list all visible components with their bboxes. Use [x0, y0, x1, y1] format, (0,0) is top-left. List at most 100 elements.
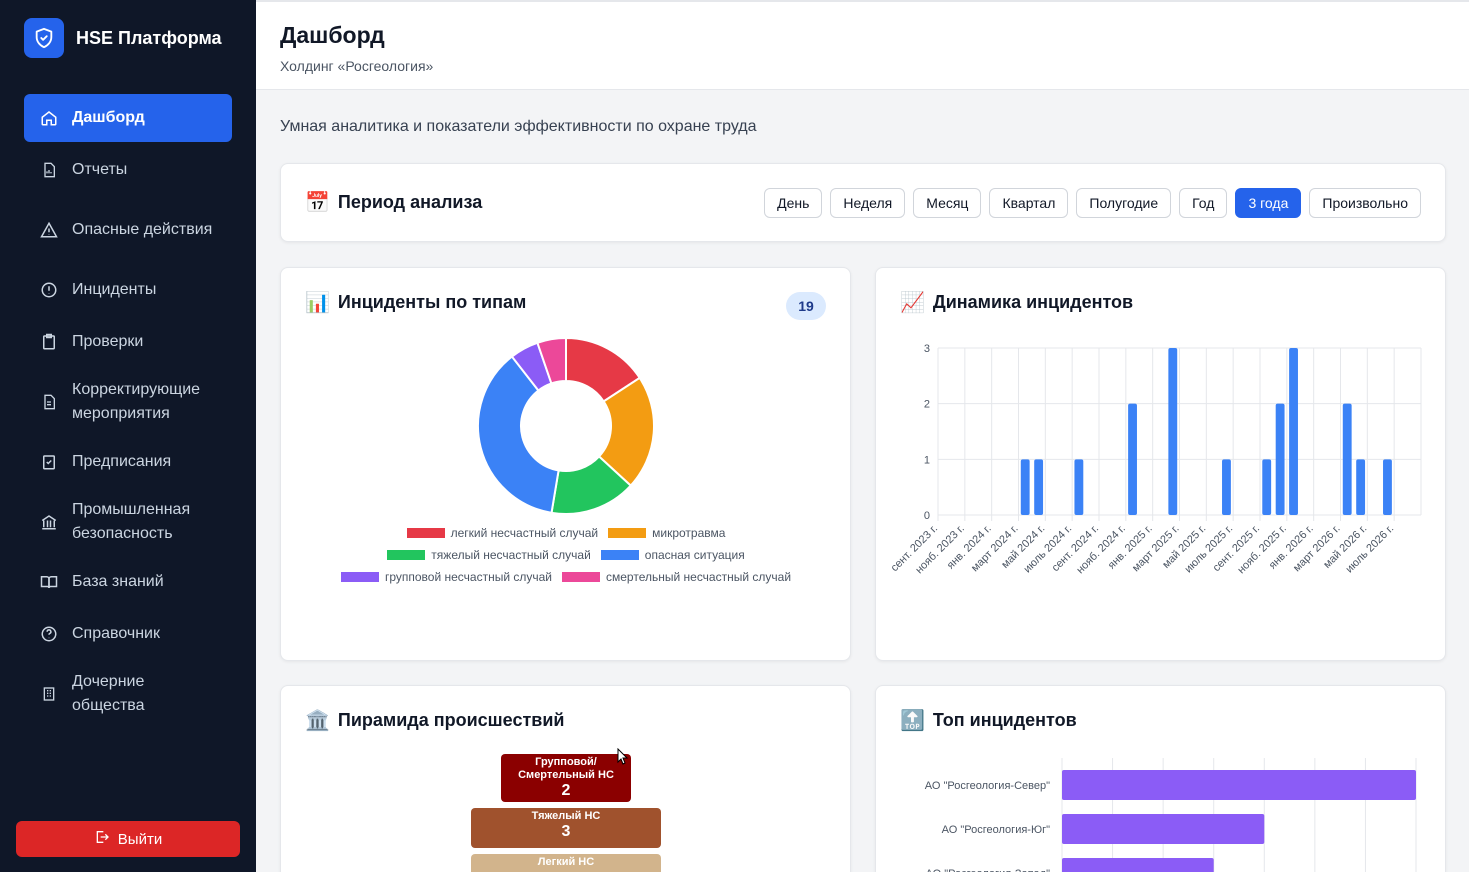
incidents-by-type-card: 📊 Инциденты по типам 19 легкий несчастны… — [280, 267, 851, 661]
dynamics-title-text: Динамика инцидентов — [932, 292, 1134, 312]
legend-swatch — [406, 528, 445, 538]
legend-label: тяжелый несчастный случай — [431, 548, 591, 562]
y-tick-label: 1 — [924, 454, 930, 466]
top-incidents-title: 🔝 Топ инцидентов — [900, 710, 1077, 731]
hbar[interactable] — [1062, 858, 1214, 872]
sidebar-item-dashboard[interactable]: Дашборд — [24, 94, 232, 142]
pyramid-level-label: Легкий НС — [537, 856, 595, 868]
sidebar-item-corrective-actions[interactable]: Корректирующие мероприятия — [24, 370, 232, 434]
sidebar-item-label: Инциденты — [72, 281, 157, 298]
category-label: АО "Росгеология-Север" — [925, 780, 1050, 792]
donut-legend-row-2: тяжелый несчастный случай опасная ситуац… — [281, 548, 850, 562]
period-title: 📅 Период анализа — [305, 192, 482, 213]
sidebar-item-label: Корректирующие мероприятия — [72, 381, 201, 422]
legend-item[interactable]: опасная ситуация — [600, 548, 745, 562]
legend-label: групповой несчастный случай — [384, 570, 552, 584]
bar[interactable] — [1383, 459, 1392, 515]
top-incidents-bar-chart: АО "Росгеология-Север" АО "Росгеология-Юг… — [925, 758, 1417, 872]
dynamics-title: 📈 Динамика инцидентов — [900, 292, 1133, 313]
bar[interactable] — [1275, 403, 1285, 515]
sidebar-item-label: База знаний — [72, 573, 164, 590]
sidebar-item-subsidiaries[interactable]: Дочерние общества — [24, 662, 232, 726]
hbar[interactable] — [1062, 814, 1265, 844]
sidebar-item-label: Промышленная безопасность — [72, 501, 191, 542]
period-day-button[interactable]: День — [764, 188, 823, 218]
warning-icon — [40, 221, 58, 239]
trend-chart-icon: 📈 — [900, 291, 925, 314]
sidebar-item-inspections[interactable]: Проверки — [24, 318, 232, 366]
period-halfyear-button[interactable]: Полугодие — [1076, 188, 1172, 218]
legend-label: опасная ситуация — [644, 548, 745, 562]
dynamics-bar-chart: 0123сент. 2023 г.нояб. 2023 г.янв. 2024 … — [889, 343, 1422, 576]
sidebar-item-knowledge-base[interactable]: База знаний — [24, 558, 232, 606]
bar[interactable] — [1222, 459, 1231, 515]
pyramid-level-severe[interactable]: Тяжелый НС 3 — [471, 808, 661, 848]
period-week-button[interactable]: Неделя — [830, 188, 906, 218]
sidebar-item-prescriptions[interactable]: Предписания — [24, 438, 232, 486]
period-title-text: Период анализа — [337, 192, 483, 212]
brand-name: HSE Платформа — [76, 27, 222, 48]
period-year-button[interactable]: Год — [1179, 188, 1228, 218]
category-label: АО "Росгеология-Юг" — [942, 824, 1050, 836]
bar[interactable] — [1020, 459, 1030, 515]
legend-swatch — [387, 550, 426, 560]
incidents-total-badge: 19 — [786, 292, 826, 320]
pyramid-level-value: 2 — [561, 782, 571, 799]
bar[interactable] — [1262, 459, 1272, 515]
logout-icon — [94, 829, 110, 849]
bar[interactable] — [1168, 348, 1178, 515]
legend-label: легкий несчастный случай — [450, 526, 599, 540]
legend-item[interactable]: микротравма — [608, 526, 725, 540]
period-card: 📅 Период анализа День Неделя Месяц Кварт… — [280, 163, 1446, 242]
bar[interactable] — [1034, 459, 1044, 515]
sidebar-item-label: Опасные действия — [72, 221, 213, 238]
shield-icon — [24, 18, 64, 58]
bar[interactable] — [1356, 459, 1366, 515]
legend-item[interactable]: легкий несчастный случай — [406, 526, 599, 540]
sidebar-item-industrial-safety[interactable]: Промышленная безопасность — [24, 490, 232, 554]
clipboard-icon — [40, 333, 58, 351]
sidebar: HSE Платформа Дашборд Отчеты Опасные дей… — [0, 0, 256, 872]
sidebar-nav: Дашборд Отчеты Опасные действия Инцидент… — [24, 94, 232, 730]
bar[interactable] — [1074, 459, 1084, 515]
page-title: Дашборд — [280, 22, 385, 48]
page-header: Дашборд Холдинг «Росгеология» — [256, 0, 1469, 90]
category-label: АО "Росгеология-Запад" — [926, 868, 1051, 872]
pyramid-level-light[interactable]: Легкий НС — [471, 854, 661, 872]
sidebar-item-reference[interactable]: Справочник — [24, 610, 232, 658]
legend-item[interactable]: групповой несчастный случай — [340, 570, 552, 584]
legend-item[interactable]: тяжелый несчастный случай — [387, 548, 591, 562]
period-3years-button[interactable]: 3 года — [1235, 188, 1302, 218]
pyramid-level-label: Групповой/ Смертельный НС — [518, 756, 614, 781]
hbar[interactable] — [1062, 770, 1416, 800]
sidebar-item-label: Предписания — [72, 453, 172, 470]
top-arrow-icon: 🔝 — [900, 709, 925, 732]
pyramid-level-fatal[interactable]: Групповой/ Смертельный НС 2 — [501, 754, 631, 802]
bar[interactable] — [1128, 403, 1137, 515]
y-tick-label: 0 — [924, 510, 930, 522]
classical-building-icon: 🏛️ — [305, 709, 330, 732]
page-subtitle: Холдинг «Росгеология» — [280, 58, 434, 74]
bar[interactable] — [1342, 403, 1352, 515]
home-icon — [40, 109, 58, 127]
bar[interactable] — [1289, 348, 1298, 515]
period-quarter-button[interactable]: Квартал — [989, 188, 1069, 218]
sidebar-item-dangerous-actions[interactable]: Опасные действия — [24, 198, 232, 262]
sidebar-item-incidents[interactable]: Инциденты — [24, 266, 232, 314]
mouse-cursor-icon — [617, 747, 629, 771]
pyramid-title: 🏛️ Пирамида происшествий — [305, 710, 564, 731]
period-month-button[interactable]: Месяц — [913, 188, 982, 218]
legend-swatch — [340, 572, 379, 582]
y-tick-label: 3 — [924, 343, 930, 355]
building-icon — [40, 513, 58, 531]
top-incidents-card: 🔝 Топ инцидентов АО "Росгеология-Север" А… — [875, 685, 1446, 872]
pyramid-card: 🏛️ Пирамида происшествий Групповой/ Смер… — [280, 685, 851, 872]
sidebar-item-reports[interactable]: Отчеты — [24, 146, 232, 194]
period-custom-button[interactable]: Произвольно — [1309, 188, 1421, 218]
logout-button[interactable]: Выйти — [16, 821, 240, 857]
checklist-icon — [40, 453, 58, 471]
top-incidents-title-text: Топ инцидентов — [932, 710, 1077, 730]
book-icon — [40, 573, 58, 591]
legend-item[interactable]: смертельный несчастный случай — [562, 570, 791, 584]
brand[interactable]: HSE Платформа — [24, 18, 222, 58]
